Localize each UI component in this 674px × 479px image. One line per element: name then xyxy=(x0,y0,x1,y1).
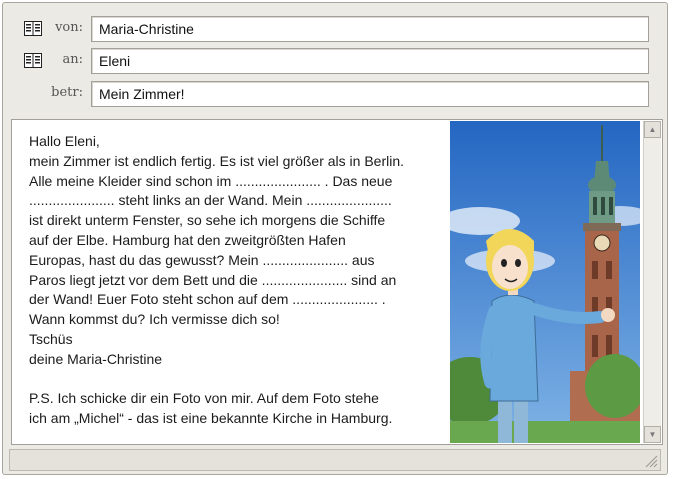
message-line: Europas, hast du das gewusst? Mein .....… xyxy=(29,251,375,268)
scroll-down-button[interactable]: ▼ xyxy=(644,426,661,443)
ps-line: ich am „Michel“ - das ist eine bekannte … xyxy=(29,410,393,427)
ps-line: P.S. Ich schicke dir ein Foto von mir. A… xyxy=(29,390,379,407)
message-line: Alle meine Kleider sind schon im .......… xyxy=(29,172,393,189)
from-label: von: xyxy=(55,20,83,35)
message-line: der Wand! Euer Foto steht schon auf dem … xyxy=(29,291,386,308)
address-book-icon[interactable] xyxy=(24,21,42,36)
scroll-up-button[interactable]: ▲ xyxy=(644,121,661,138)
message-line: Wann kommst du? Ich vermisse dich so! xyxy=(29,311,280,328)
message-line: Tschüs xyxy=(29,330,73,347)
to-row: an: Eleni xyxy=(3,48,667,74)
message-line: mein Zimmer ist endlich fertig. Es ist v… xyxy=(29,152,404,169)
from-row: von: Maria-Christine xyxy=(3,16,667,42)
status-bar xyxy=(9,449,661,471)
message-text: Hallo Eleni, mein Zimmer ist endlich fer… xyxy=(29,132,449,429)
resize-grip-icon[interactable] xyxy=(644,454,658,468)
girl-church-illustration xyxy=(450,121,640,443)
address-book-icon[interactable] xyxy=(24,53,42,68)
subject-field[interactable]: Mein Zimmer! xyxy=(91,81,649,107)
from-field[interactable]: Maria-Christine xyxy=(91,16,649,42)
message-line: Paros liegt jetzt vor dem Bett und die .… xyxy=(29,271,397,288)
message-line: ...................... steht links an de… xyxy=(29,192,392,209)
subject-row: betr: Mein Zimmer! xyxy=(3,81,667,107)
message-line: Hallo Eleni, xyxy=(29,133,100,149)
subject-label: betr: xyxy=(51,85,83,100)
message-line: auf der Elbe. Hamburg hat den zweitgrößt… xyxy=(29,231,346,248)
message-line: deine Maria-Christine xyxy=(29,350,163,367)
to-label: an: xyxy=(62,52,83,67)
to-field[interactable]: Eleni xyxy=(91,48,649,74)
vertical-scrollbar[interactable]: ▲ ▼ xyxy=(643,121,661,443)
photo-attachment xyxy=(450,121,640,443)
email-window: von: Maria-Christine an: Eleni betr: Mei… xyxy=(2,2,668,475)
message-line: ist direkt unterm Fenster, so sehe ich m… xyxy=(29,212,386,229)
message-body[interactable]: Hallo Eleni, mein Zimmer ist endlich fer… xyxy=(11,119,663,445)
